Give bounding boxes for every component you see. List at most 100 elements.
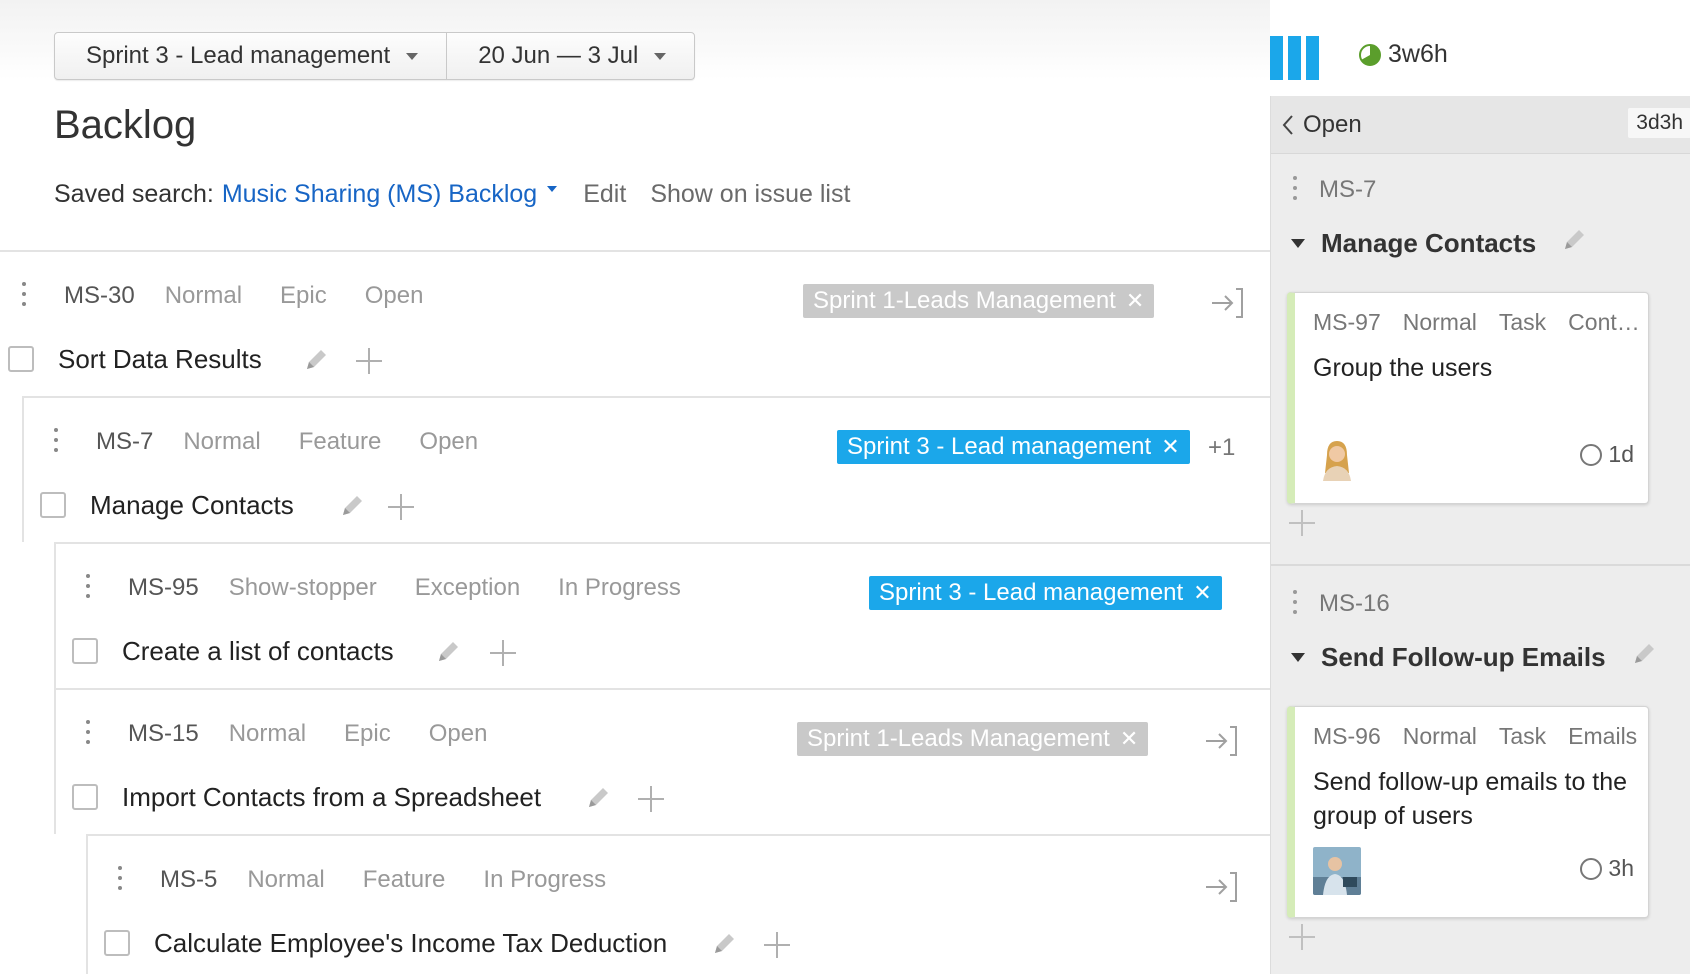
- issue-state[interactable]: Open: [419, 428, 478, 456]
- issue-id[interactable]: MS-95: [128, 574, 199, 602]
- issue-id[interactable]: MS-7: [96, 428, 153, 456]
- issue-state[interactable]: Open: [429, 720, 488, 748]
- pencil-icon[interactable]: [710, 930, 738, 963]
- pencil-icon[interactable]: [434, 638, 462, 671]
- card-subsystem: Cont…: [1568, 309, 1640, 335]
- issue-summary[interactable]: Import Contacts from a Spreadsheet: [122, 782, 541, 813]
- sprint-dropdown-label: Sprint 3 - Lead management: [86, 42, 391, 69]
- remove-tag-icon[interactable]: ✕: [1161, 434, 1179, 460]
- board-card[interactable]: MS-97 Normal Task Cont… Group the users …: [1287, 292, 1649, 504]
- issue-type[interactable]: Exception: [415, 574, 520, 602]
- chevron-down-icon: [406, 52, 419, 60]
- sprint-tag[interactable]: Sprint 3 - Lead management ✕: [869, 576, 1222, 610]
- progress-pie-icon: [1359, 43, 1381, 66]
- issue-priority[interactable]: Normal: [247, 866, 324, 894]
- add-subtask-icon[interactable]: [488, 638, 518, 673]
- issue-id[interactable]: MS-30: [64, 282, 135, 310]
- issue-checkbox[interactable]: [8, 346, 34, 372]
- move-to-sprint-icon[interactable]: [1204, 724, 1238, 763]
- swimlane-title-text[interactable]: Manage Contacts: [1321, 228, 1536, 259]
- avatar[interactable]: [1313, 433, 1361, 481]
- drag-handle-icon[interactable]: [54, 428, 58, 454]
- drag-handle-icon[interactable]: [22, 282, 26, 308]
- add-subtask-icon[interactable]: [636, 784, 666, 819]
- pencil-icon[interactable]: [1560, 226, 1588, 261]
- avatar[interactable]: [1313, 847, 1361, 895]
- issue-summary[interactable]: Sort Data Results: [58, 344, 262, 375]
- issue-meta: MS-15 Normal Epic Open: [128, 720, 525, 748]
- issue-priority[interactable]: Normal: [183, 428, 260, 456]
- swimlane-title: Send Follow-up Emails: [1291, 640, 1658, 675]
- add-subtask-icon[interactable]: [386, 492, 416, 527]
- issue-priority[interactable]: Show-stopper: [229, 574, 377, 602]
- sprint-tag[interactable]: Sprint 3 - Lead management ✕: [837, 430, 1190, 464]
- sprint-tag[interactable]: Sprint 1-Leads Management ✕: [803, 284, 1155, 318]
- remove-tag-icon[interactable]: ✕: [1120, 726, 1138, 752]
- issue-checkbox[interactable]: [72, 784, 98, 810]
- swimlane-id[interactable]: MS-16: [1319, 590, 1390, 618]
- move-to-sprint-icon[interactable]: [1210, 286, 1244, 325]
- issue-meta: MS-5 Normal Feature In Progress: [160, 866, 644, 894]
- pencil-icon[interactable]: [584, 784, 612, 817]
- issue-summary[interactable]: Calculate Employee's Income Tax Deductio…: [154, 928, 667, 959]
- edit-search-link[interactable]: Edit: [583, 180, 626, 209]
- card-type: Task: [1498, 723, 1547, 749]
- more-sprints-count[interactable]: +1: [1208, 434, 1235, 462]
- drag-handle-icon[interactable]: [1293, 176, 1297, 206]
- sprint-tag-label: Sprint 3 - Lead management: [879, 579, 1184, 606]
- backlog-issue: MS-95 Show-stopper Exception In Progress…: [54, 542, 1270, 688]
- issue-checkbox[interactable]: [72, 638, 98, 664]
- chevron-down-icon[interactable]: [547, 185, 558, 192]
- card-subsystem: Emails: [1568, 723, 1638, 749]
- issue-id[interactable]: MS-5: [160, 866, 217, 894]
- add-subtask-icon[interactable]: [762, 930, 792, 965]
- collapse-triangle-icon[interactable]: [1291, 653, 1305, 662]
- drag-handle-icon[interactable]: [118, 866, 122, 892]
- issue-state[interactable]: In Progress: [483, 866, 606, 894]
- issue-priority[interactable]: Normal: [229, 720, 306, 748]
- issue-summary[interactable]: Create a list of contacts: [122, 636, 394, 667]
- agile-board-icon[interactable]: [1270, 36, 1319, 80]
- chevron-left-icon[interactable]: [1281, 114, 1295, 136]
- issue-type[interactable]: Epic: [344, 720, 391, 748]
- issue-meta: MS-30 Normal Epic Open: [64, 282, 461, 310]
- swimlane-title-text[interactable]: Send Follow-up Emails: [1321, 642, 1606, 673]
- pencil-icon[interactable]: [302, 346, 330, 379]
- remove-tag-icon[interactable]: ✕: [1126, 288, 1144, 314]
- move-to-sprint-icon[interactable]: [1204, 870, 1238, 909]
- board-card[interactable]: MS-96 Normal Task Emails Send follow-up …: [1287, 706, 1649, 918]
- add-subtask-icon[interactable]: [354, 346, 384, 381]
- issue-type[interactable]: Epic: [280, 282, 327, 310]
- add-card-icon[interactable]: [1287, 922, 1317, 957]
- pencil-icon[interactable]: [1630, 640, 1658, 675]
- backlog-issue: MS-7 Normal Feature Open Sprint 3 - Lead…: [22, 396, 1270, 542]
- sprint-tag[interactable]: Sprint 1-Leads Management ✕: [797, 722, 1149, 756]
- pencil-icon[interactable]: [338, 492, 366, 525]
- issue-state[interactable]: Open: [365, 282, 424, 310]
- sprint-dropdown[interactable]: Sprint 3 - Lead management: [55, 33, 446, 79]
- drag-handle-icon[interactable]: [86, 720, 90, 746]
- drag-handle-icon[interactable]: [86, 574, 90, 600]
- issue-type[interactable]: Feature: [363, 866, 446, 894]
- add-card-icon[interactable]: [1287, 508, 1317, 543]
- date-range-dropdown[interactable]: 20 Jun — 3 Jul: [446, 33, 694, 79]
- issue-summary[interactable]: Manage Contacts: [90, 490, 294, 521]
- issue-priority[interactable]: Normal: [165, 282, 242, 310]
- issue-type[interactable]: Feature: [299, 428, 382, 456]
- issue-id[interactable]: MS-15: [128, 720, 199, 748]
- drag-handle-icon[interactable]: [1293, 590, 1297, 620]
- collapse-triangle-icon[interactable]: [1291, 239, 1305, 248]
- card-id[interactable]: MS-96: [1313, 723, 1381, 750]
- board-column-header[interactable]: Open 3d3h: [1271, 96, 1690, 154]
- swimlane-id[interactable]: MS-7: [1319, 176, 1376, 204]
- board-column-name[interactable]: Open: [1303, 111, 1362, 139]
- remove-tag-icon[interactable]: ✕: [1193, 580, 1211, 606]
- card-id[interactable]: MS-97: [1313, 309, 1381, 336]
- show-on-issue-list-link[interactable]: Show on issue list: [650, 180, 850, 209]
- issue-checkbox[interactable]: [104, 930, 130, 956]
- saved-search-link[interactable]: Music Sharing (MS) Backlog: [222, 180, 537, 209]
- issue-checkbox[interactable]: [40, 492, 66, 518]
- issue-state[interactable]: In Progress: [558, 574, 681, 602]
- estimate-circle-icon: [1580, 443, 1603, 466]
- card-estimate-value: 3h: [1608, 855, 1634, 881]
